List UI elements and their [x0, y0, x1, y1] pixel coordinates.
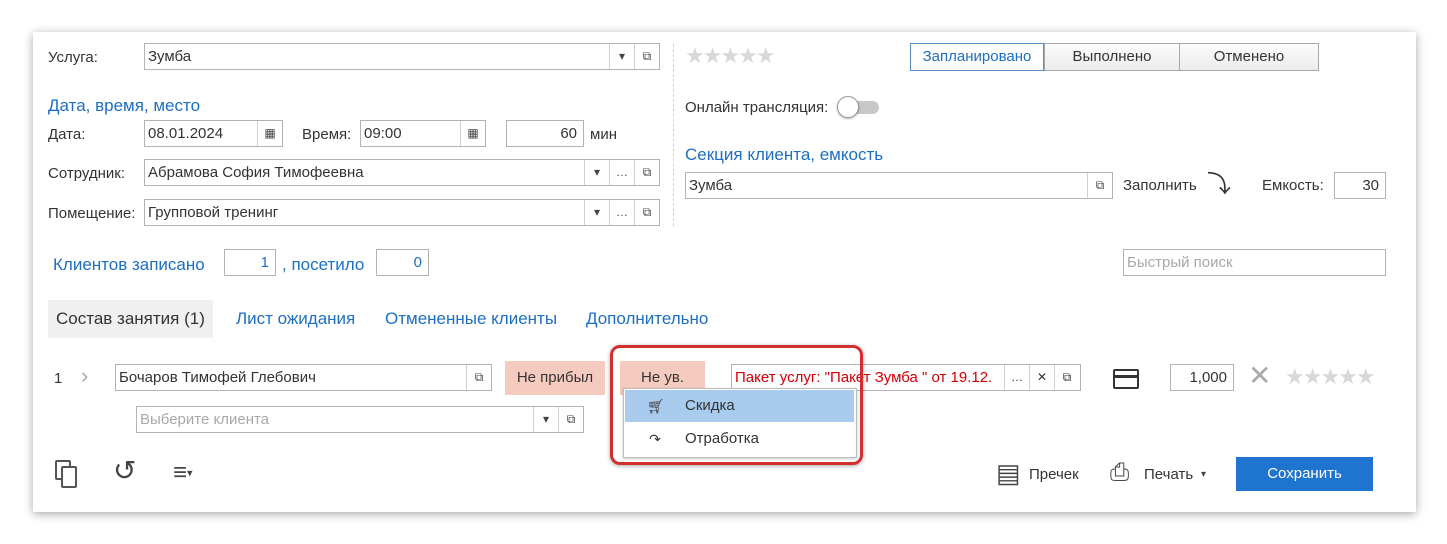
menu-item-label: Скидка [685, 397, 735, 414]
more-icon[interactable]: … [609, 160, 634, 185]
calendar-icon[interactable]: ▦ [257, 121, 282, 146]
datetime-heading: Дата, время, место [48, 96, 201, 115]
clear-icon[interactable]: ✕ [1029, 365, 1054, 390]
time-value: 09:00 [364, 125, 402, 142]
status-done-button[interactable]: Выполнено [1044, 43, 1180, 71]
capacity-field[interactable]: 30 [1334, 172, 1386, 199]
open-icon[interactable]: ⧉ [634, 160, 659, 185]
search-placeholder: Быстрый поиск [1127, 254, 1233, 271]
client-name-field[interactable]: Бочаров Тимофей Глебович ⧉ [115, 364, 492, 391]
receipt-label[interactable]: Пречек [1029, 466, 1079, 483]
open-icon[interactable]: ⧉ [1087, 173, 1112, 198]
dropdown-arrow-icon[interactable]: ▾ [584, 160, 609, 185]
capacity-label: Емкость: [1262, 177, 1324, 194]
save-button[interactable]: Сохранить [1236, 457, 1373, 491]
section-value: Зумба [689, 177, 733, 194]
history-icon[interactable]: ↺ [113, 456, 136, 486]
section-field[interactable]: Зумба ⧉ [685, 172, 1113, 199]
select-client-input[interactable]: Выберите клиента ▾ ⧉ [136, 406, 584, 433]
open-icon[interactable]: ⧉ [634, 200, 659, 225]
online-toggle[interactable] [837, 96, 881, 118]
rating-stars-icon[interactable]: ★★★★★ [685, 43, 776, 69]
lesson-form: Услуга: Зумба ▾ ⧉ Дата, время, место Дат… [33, 32, 1416, 512]
open-icon[interactable]: ⧉ [558, 407, 583, 432]
service-value: Зумба [148, 48, 192, 65]
menu-item-discount[interactable]: 🛒︎ Скидка [625, 390, 854, 422]
calendar-icon[interactable]: ▦ [460, 121, 485, 146]
open-icon[interactable]: ⧉ [466, 365, 491, 390]
open-icon[interactable]: ⧉ [1054, 365, 1079, 390]
fill-label[interactable]: Заполнить [1123, 177, 1197, 194]
open-icon[interactable]: ⧉ [634, 44, 659, 69]
employee-field[interactable]: Абрамова София Тимофеевна ▾ … ⧉ [144, 159, 660, 186]
enrolled-label: Клиентов записано [53, 255, 205, 274]
time-field[interactable]: 09:00 ▦ [360, 120, 486, 147]
remove-icon[interactable]: ✕ [1248, 361, 1271, 391]
rating-stars-icon[interactable]: ★★★★★ [1285, 364, 1376, 390]
select-client-placeholder: Выберите клиента [140, 411, 270, 428]
more-icon[interactable]: … [609, 200, 634, 225]
room-value: Групповой тренинг [148, 204, 279, 221]
menu-icon[interactable]: ≡▾ [173, 458, 193, 489]
column-divider [673, 44, 674, 226]
client-name-value: Бочаров Тимофей Глебович [119, 369, 316, 386]
copy-icon[interactable] [55, 460, 77, 488]
not-arrived-button[interactable]: Не прибыл [505, 361, 605, 395]
employee-value: Абрамова София Тимофеевна [148, 164, 364, 181]
online-label: Онлайн трансляция: [685, 99, 829, 116]
section-heading: Секция клиента, емкость [685, 145, 884, 164]
menu-item-label: Отработка [685, 430, 759, 447]
visited-count: 0 [376, 249, 429, 276]
redo-arrow-icon: ↷ [649, 431, 661, 447]
service-label: Услуга: [48, 49, 98, 66]
dropdown-arrow-icon[interactable]: ▾ [584, 200, 609, 225]
print-label[interactable]: Печать [1144, 466, 1193, 483]
status-planned-button[interactable]: Запланировано [910, 43, 1044, 71]
dropdown-arrow-icon[interactable]: ▾ [609, 44, 634, 69]
employee-label: Сотрудник: [48, 165, 126, 182]
dropdown-arrow-icon[interactable]: ▾ [533, 407, 558, 432]
time-label: Время: [302, 126, 352, 143]
date-field[interactable]: 08.01.2024 ▦ [144, 120, 283, 147]
tab-additional[interactable]: Дополнительно [586, 300, 708, 338]
enrolled-count: 1 [224, 249, 276, 276]
more-icon[interactable]: … [1004, 365, 1029, 390]
cart-icon: 🛒︎ [647, 398, 665, 414]
quick-search-input[interactable]: Быстрый поиск [1123, 249, 1386, 276]
receipt-icon[interactable]: ▤ [996, 458, 1021, 488]
status-cancelled-button[interactable]: Отменено [1179, 43, 1319, 71]
chevron-right-icon[interactable]: › [81, 363, 88, 389]
duration-field[interactable]: 60 [506, 120, 584, 147]
payment-card-icon[interactable] [1113, 369, 1139, 389]
room-label: Помещение: [48, 205, 136, 222]
service-field[interactable]: Зумба ▾ ⧉ [144, 43, 660, 70]
printer-icon[interactable]: ⎙ [1110, 458, 1129, 488]
room-field[interactable]: Групповой тренинг ▾ … ⧉ [144, 199, 660, 226]
chevron-down-icon[interactable]: ▾ [1201, 469, 1206, 480]
visited-label: , посетило [282, 255, 365, 274]
duration-unit: мин [590, 126, 617, 143]
date-label: Дата: [48, 126, 86, 143]
quantity-field[interactable]: 1,000 [1170, 364, 1234, 391]
row-index: 1 [54, 370, 63, 387]
date-value: 08.01.2024 [148, 125, 224, 142]
tab-waiting-list[interactable]: Лист ожидания [236, 300, 355, 338]
menu-item-workoff[interactable]: ↷ Отработка [625, 423, 854, 455]
fill-arrow-icon[interactable]: ⤵ [1207, 172, 1231, 198]
tab-lesson-members[interactable]: Состав занятия (1) [48, 300, 213, 338]
tab-cancelled-clients[interactable]: Отмененные клиенты [385, 300, 557, 338]
